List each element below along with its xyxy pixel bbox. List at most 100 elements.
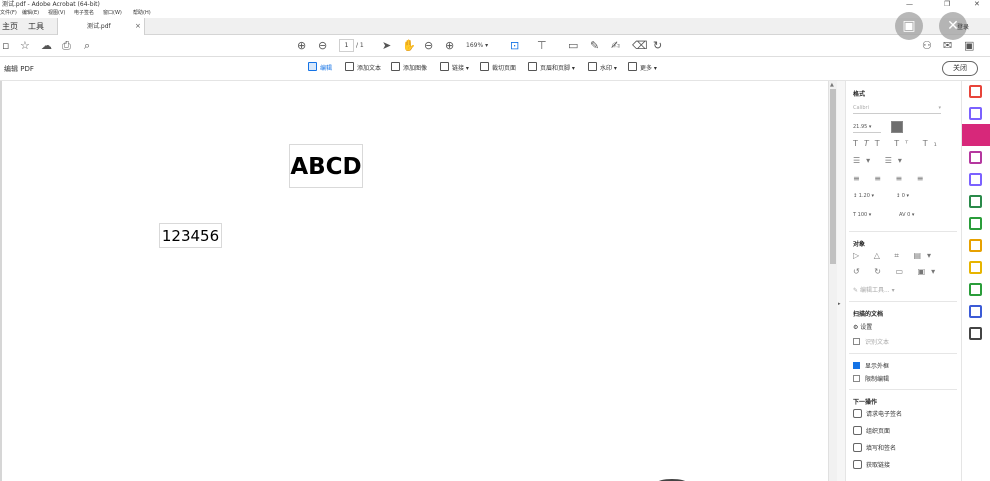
create-pdf-icon[interactable] [969,85,982,98]
minimize-button[interactable]: — [906,0,913,8]
restrict-edit-option[interactable]: 限制编辑 [853,374,889,383]
edit-pdf-icon[interactable] [962,124,990,146]
page-number-input[interactable]: 1 [339,39,354,52]
excel-export-icon[interactable] [969,217,982,230]
recognize-label: 识别文本 [865,339,890,346]
print-icon[interactable]: ⎙ [62,38,71,54]
vertical-scrollbar[interactable]: ▲ [828,81,837,481]
sign-icon[interactable]: ✍ [611,38,620,54]
menu-file[interactable]: 文件(F) [0,9,17,18]
zoom-level-select[interactable]: 169% ▾ [466,39,504,52]
show-frame-checkbox[interactable] [853,362,860,369]
expand-arrow-icon[interactable]: ▸ [838,301,841,307]
font-value: Calibri [853,105,869,111]
scroll-thumb[interactable] [830,89,836,264]
fill-sign-link[interactable]: 填写和签名 [853,443,896,452]
number-text-box[interactable]: 123456 [159,223,222,248]
organize-rail-icon[interactable] [969,195,982,208]
heading-text-box[interactable]: ABCD [289,144,363,188]
organize-pages-link[interactable]: 组织页面 [853,426,890,435]
add-text-tool[interactable]: 添加文本 [345,62,381,76]
scroll-mode-icon[interactable]: ⊤ [537,38,547,54]
horizontal-scale-control[interactable]: T 100 ▾ [853,212,871,218]
more-tool[interactable]: 更多 ▾ [628,62,657,76]
add-text-label: 添加文本 [357,65,382,72]
combine-files-icon[interactable] [969,107,982,120]
tab-tools[interactable]: 工具 [28,18,44,35]
watermark-tool[interactable]: 水印 ▾ [588,62,617,76]
alignment-icons[interactable]: ≡ ≡ ≡ ≡ [853,174,929,183]
panel-collapse-strip[interactable]: ▸ [837,81,845,481]
save-icon[interactable]: ▫ [2,38,9,54]
share-icon[interactable]: ⚇ [922,38,932,54]
request-esign-link[interactable]: 请求电子签名 [853,409,902,418]
fill-sign-rail-icon[interactable] [969,173,982,186]
restrict-edit-checkbox[interactable] [853,375,860,382]
image-overlay-icon[interactable]: ▣ [895,12,923,40]
upload-cloud-icon[interactable]: ☁ [41,38,52,54]
menu-bar: 文件(F) 编辑(E) 视图(V) 电子签名 窗口(W) 帮助(H) [0,9,990,18]
rotate-icon[interactable]: ↻ [653,38,662,54]
menu-window[interactable]: 窗口(W) [103,9,122,18]
menu-edit[interactable]: 编辑(E) [22,9,39,18]
select-cursor-icon[interactable]: ➤ [382,38,391,54]
zoom-in-icon[interactable]: ⊕ [445,38,454,54]
export-pdf-icon[interactable] [969,151,982,164]
line-spacing-control[interactable]: ↕ 1.20 ▾ [853,193,874,199]
comment-rail-icon[interactable] [969,261,982,274]
menu-help[interactable]: 帮助(H) [133,9,151,18]
comment-icon[interactable]: ▭ [568,38,578,54]
divider [849,301,957,302]
link-tool[interactable]: 链接 ▾ [440,62,469,76]
paragraph-spacing-control[interactable]: ↕ 0 ▾ [896,193,909,199]
tab-home[interactable]: 主页 [2,18,18,35]
document-canvas[interactable]: ABCD 123456 [0,81,828,481]
font-size-select[interactable]: 21.95 ▾ [853,122,881,133]
zoom-out-icon[interactable]: ⊖ [424,38,433,54]
object-transform-icons[interactable]: ↺ ↻ ▭ ▣▾ [853,267,941,276]
close-window-button[interactable]: ✕ [974,0,980,8]
char-spacing-control[interactable]: AV 0 ▾ [899,212,914,218]
mail-icon[interactable]: ✉ [943,38,952,54]
prev-page-icon[interactable]: ⊕ [297,38,306,54]
more-tools-icon[interactable] [969,327,982,340]
fill-sign-label: 填写和签名 [866,445,897,452]
crop-icon [480,62,489,71]
next-page-icon[interactable]: ⊖ [318,38,327,54]
hand-tool-icon[interactable]: ✋ [402,38,416,54]
menu-esign[interactable]: 电子签名 [74,9,94,18]
pen-icon[interactable]: ✎ [590,38,599,54]
font-select[interactable]: Calibri ▾ [853,103,941,114]
close-edit-button[interactable]: 关闭 [942,61,978,76]
search-icon[interactable]: ⌕ [84,38,90,54]
recognize-checkbox[interactable] [853,338,860,345]
add-image-tool[interactable]: 添加图像 [391,62,427,76]
print-production-icon[interactable] [969,283,982,296]
close-tab-icon[interactable]: × [135,18,141,35]
send-review-icon[interactable] [969,239,982,252]
object-arrange-icons[interactable]: ▷ △ ⌗ ▤▾ [853,251,937,261]
protect-icon[interactable] [969,305,982,318]
header-footer-tool[interactable]: 页眉和页脚 ▾ [528,62,575,76]
scroll-up-icon[interactable]: ▲ [830,82,834,88]
recognize-text-option[interactable]: 识别文本 [853,337,889,346]
edit-tool[interactable]: 编辑 [308,62,332,76]
list-style-icons[interactable]: ☰▾ ☰▾ [853,156,908,165]
show-frame-option[interactable]: 显示外框 [853,361,889,370]
crop-page-tool[interactable]: 裁切页面 [480,62,516,76]
scan-settings-link[interactable]: ⚙ 设置 [853,322,872,331]
font-size-value: 21.95 [853,124,868,130]
bookmark-star-icon[interactable]: ☆ [20,38,30,54]
menu-view[interactable]: 视图(V) [48,9,65,18]
window-icon[interactable]: ▣ [964,38,974,54]
delete-icon[interactable]: ⌫ [632,38,648,54]
tab-document[interactable]: 测试.pdf × [57,18,145,35]
fit-page-icon[interactable]: ⊡ [510,38,519,54]
text-style-icons[interactable]: TTT Tᵀ T₁ [853,139,943,148]
login-link[interactable]: 登录 [957,22,969,31]
get-link-link[interactable]: 获取链接 [853,460,890,469]
font-color-swatch[interactable] [891,121,903,133]
edit-tool-dropdown[interactable]: ✎ 编辑工具... ▾ [853,285,895,294]
edit-label: 编辑 [320,65,333,72]
maximize-button[interactable]: ❐ [944,0,950,8]
